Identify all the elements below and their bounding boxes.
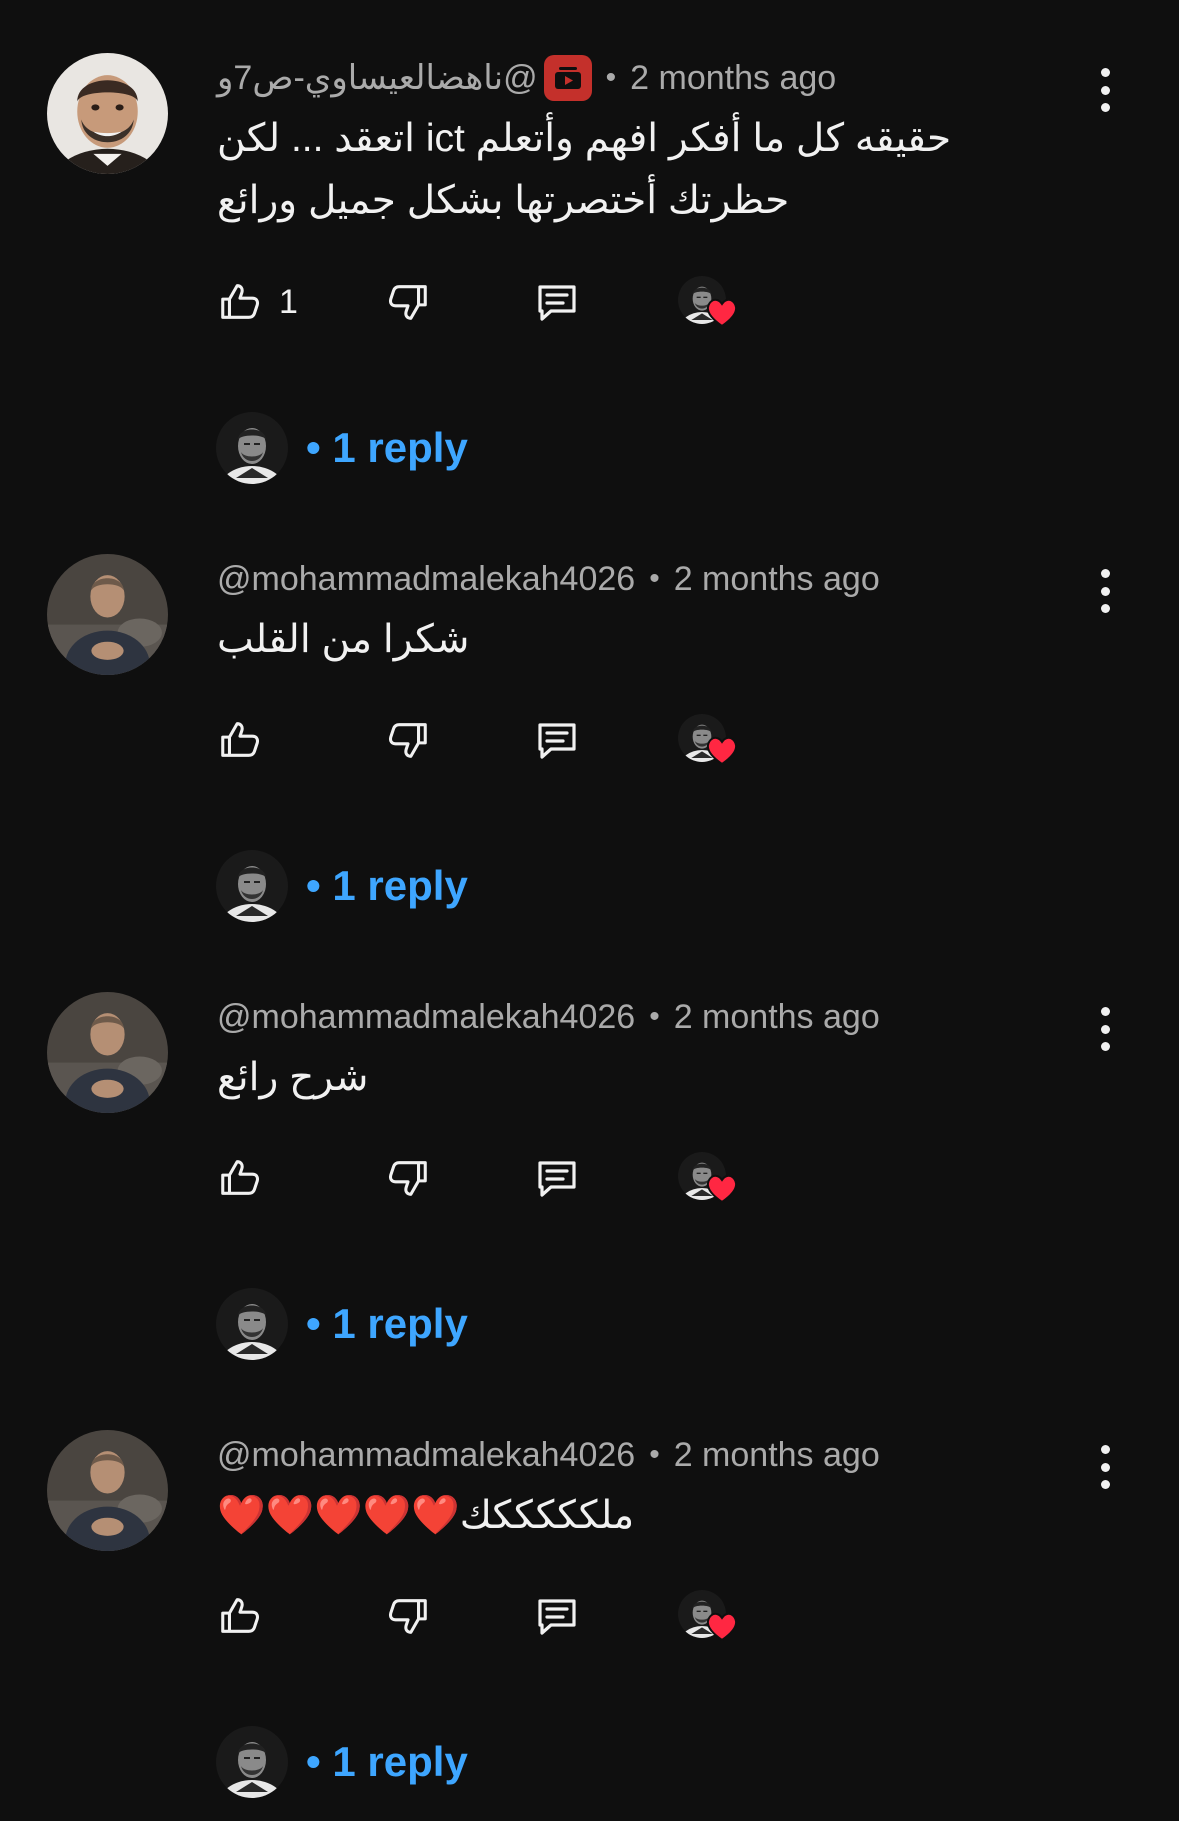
reply-button[interactable] <box>533 710 581 770</box>
thumbs-up-icon <box>217 1593 263 1639</box>
comment-icon <box>533 278 581 326</box>
thumbs-down-icon <box>385 279 431 325</box>
separator: • <box>306 424 321 471</box>
thumbs-down-icon <box>385 1155 431 1201</box>
thumbs-up-icon <box>217 717 263 763</box>
author-handle[interactable]: @mohammadmalekah4026 <box>217 1436 635 1475</box>
avatar[interactable] <box>47 53 168 174</box>
heart-icon <box>706 1174 738 1204</box>
separator: • <box>306 862 321 909</box>
avatar[interactable] <box>47 1430 168 1551</box>
author-handle[interactable]: @mohammadmalekah4026 <box>217 560 635 599</box>
creator-heart <box>678 276 742 332</box>
comment-meta: @mohammadmalekah4026 • 2 months ago <box>217 995 880 1039</box>
comment-actions: 1 <box>217 272 1117 332</box>
dislike-button[interactable] <box>385 1586 431 1646</box>
comment-meta: @ناهضالعيساوي-ص7و • 2 months ago <box>217 55 836 101</box>
separator: • <box>306 1300 321 1347</box>
reply-button[interactable] <box>533 1148 581 1208</box>
creator-heart <box>678 714 742 770</box>
view-replies-button[interactable]: • 1 reply <box>216 1288 468 1360</box>
thumbs-up-icon <box>217 1155 263 1201</box>
dislike-button[interactable] <box>385 1148 431 1208</box>
like-count: 1 <box>279 282 298 321</box>
reply-button[interactable] <box>533 1586 581 1646</box>
view-replies-button[interactable]: • 1 reply <box>216 1726 468 1798</box>
reply-author-avatar <box>216 1288 288 1360</box>
youtube-channel-badge-icon <box>543 55 592 101</box>
comment-time[interactable]: 2 months ago <box>630 59 836 98</box>
reply-button[interactable] <box>533 272 581 332</box>
replies-count: 1 reply <box>332 862 468 909</box>
replies-count: 1 reply <box>332 1738 468 1785</box>
thumbs-down-icon <box>385 1593 431 1639</box>
comment-text: شكرا من القلب <box>217 618 470 661</box>
like-button[interactable] <box>217 1148 279 1208</box>
like-button[interactable] <box>217 710 279 770</box>
creator-heart <box>678 1590 742 1646</box>
comment-actions <box>217 1586 1117 1646</box>
more-vertical-icon[interactable] <box>1090 569 1120 613</box>
comment-icon <box>533 1154 581 1202</box>
separator: • <box>649 1438 660 1471</box>
thumbs-down-icon <box>385 717 431 763</box>
comment-thread: @mohammadmalekah4026 • 2 months ago شرح … <box>0 939 1179 1379</box>
thumbs-up-icon <box>217 279 263 325</box>
view-replies-button[interactable]: • 1 reply <box>216 850 468 922</box>
more-vertical-icon[interactable] <box>1090 1445 1120 1489</box>
avatar[interactable] <box>47 554 168 675</box>
view-replies-button[interactable]: • 1 reply <box>216 412 468 484</box>
comment-text: شرح رائع <box>217 1056 369 1099</box>
separator: • <box>306 1738 321 1785</box>
replies-count: 1 reply <box>332 1300 468 1347</box>
comment-meta: @mohammadmalekah4026 • 2 months ago <box>217 557 880 601</box>
comment-icon <box>533 716 581 764</box>
heart-icon <box>706 736 738 766</box>
like-button[interactable]: 1 <box>217 272 298 332</box>
separator: • <box>649 562 660 595</box>
comment-actions <box>217 1148 1117 1208</box>
dislike-button[interactable] <box>385 272 431 332</box>
comment-thread: @mohammadmalekah4026 • 2 months ago شكرا… <box>0 501 1179 941</box>
author-handle[interactable]: @mohammadmalekah4026 <box>217 998 635 1037</box>
heart-icon <box>706 1612 738 1642</box>
reply-author-avatar <box>216 850 288 922</box>
comment-text: حقيقه كل ما أفكر افهم وأتعلم ict اتعقد .… <box>217 117 952 222</box>
more-vertical-icon[interactable] <box>1090 68 1120 112</box>
like-button[interactable] <box>217 1586 279 1646</box>
avatar[interactable] <box>47 992 168 1113</box>
separator: • <box>649 1000 660 1033</box>
author-handle[interactable]: @ناهضالعيساوي-ص7و <box>217 58 538 98</box>
comment-time[interactable]: 2 months ago <box>674 1436 880 1475</box>
comment-thread: @ناهضالعيساوي-ص7و • 2 months ago حقيقه ك… <box>0 0 1179 440</box>
comment-meta: @mohammadmalekah4026 • 2 months ago <box>217 1433 880 1477</box>
dislike-button[interactable] <box>385 710 431 770</box>
heart-icon <box>706 298 738 328</box>
more-vertical-icon[interactable] <box>1090 1007 1120 1051</box>
comment-time[interactable]: 2 months ago <box>674 998 880 1037</box>
replies-count: 1 reply <box>332 424 468 471</box>
comment-time[interactable]: 2 months ago <box>674 560 880 599</box>
reply-author-avatar <box>216 412 288 484</box>
comment-thread: @mohammadmalekah4026 • 2 months ago ملكك… <box>0 1377 1179 1817</box>
creator-heart <box>678 1152 742 1208</box>
separator: • <box>605 61 617 94</box>
comment-text: ملكككككك❤️❤️❤️❤️❤️ <box>217 1494 635 1537</box>
reply-author-avatar <box>216 1726 288 1798</box>
comment-icon <box>533 1592 581 1640</box>
comment-actions <box>217 710 1117 770</box>
